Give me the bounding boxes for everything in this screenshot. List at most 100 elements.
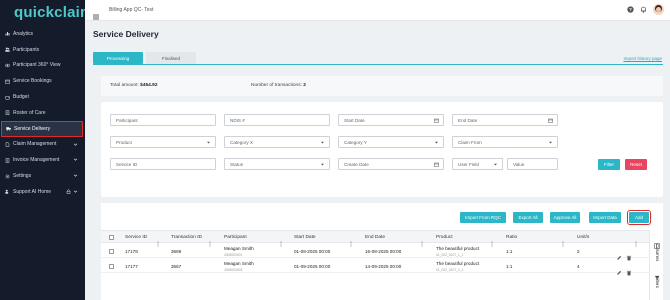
cell-start-date: 01-08-2025 00:00 (294, 249, 331, 254)
cell-participant-id: 4305000001 (224, 252, 243, 257)
summary-bar: Total amount: $454.92 Number of transact… (101, 76, 663, 96)
row-checkbox[interactable] (109, 249, 114, 254)
sidebar-item-service-delivery[interactable]: Service Delivery (1, 120, 83, 137)
end-date-placeholder: End Date (458, 117, 478, 123)
reset-button[interactable]: Reset (625, 159, 647, 170)
calendar-icon[interactable] (434, 162, 439, 167)
sidebar-item-participants[interactable]: Participants (0, 42, 85, 58)
side-toolbar: Columns Filters (649, 230, 663, 300)
table-row[interactable]: 17178 3669 Meagan Smith 4305000001 01-08… (101, 244, 649, 261)
col-start-date[interactable]: Start Date (294, 235, 316, 240)
columns-panel-toggle[interactable]: Columns (655, 244, 660, 261)
delete-icon[interactable] (626, 248, 632, 261)
sidebar-item-service-bookings[interactable]: Service Bookings (0, 73, 85, 89)
create-date-field[interactable]: Create Date (338, 158, 444, 170)
category-y-select[interactable]: Category Y (338, 136, 444, 148)
columns-icon[interactable] (654, 236, 660, 249)
approve-all-button[interactable]: Approve All (550, 212, 580, 223)
chevron-down-icon (73, 173, 78, 178)
table-panel: Import From RQC Export All Approve All I… (101, 203, 663, 300)
import-from-rqc-button[interactable]: Import From RQC (460, 212, 506, 223)
calendar-icon[interactable] (548, 118, 553, 123)
top-bar: Billing App QC- Test ? (85, 0, 670, 21)
column-menu-icon[interactable] (491, 234, 493, 247)
col-units[interactable]: Unit/s (577, 235, 589, 240)
row-checkbox[interactable] (109, 264, 114, 269)
cell-service-id: 17177 (125, 264, 138, 269)
calendar-icon[interactable] (434, 118, 439, 123)
edit-icon[interactable] (616, 263, 622, 275)
cell-ratio: 1:1 (506, 249, 513, 254)
tab-processing[interactable]: Processing (93, 52, 143, 64)
column-menu-icon[interactable] (280, 234, 282, 247)
col-participant[interactable]: Participant (224, 235, 247, 240)
cell-participant: Meagan Smith (224, 261, 254, 266)
column-menu-icon[interactable] (209, 234, 211, 247)
delete-icon[interactable] (626, 263, 632, 276)
cell-product-code: 01_002_0107_1_1 (436, 252, 464, 257)
avatar[interactable] (653, 4, 664, 15)
service-id-filter[interactable]: Service ID (110, 158, 216, 170)
table-row[interactable]: 17177 3667 Meagan Smith 4305000003 01-09… (101, 259, 649, 276)
transaction-count: Number of transactions: 2 (251, 83, 306, 88)
filter-button[interactable]: Filter (598, 159, 620, 170)
participant-filter[interactable]: Participant (110, 114, 216, 126)
sidebar-item-label: Settings (13, 173, 32, 180)
filters-panel-toggle[interactable]: Filters (655, 276, 660, 288)
sidebar-item-support-ai-home[interactable]: Support AI Home (0, 184, 85, 200)
col-service-id[interactable]: Service ID (125, 235, 147, 240)
filter-icon[interactable] (654, 268, 660, 281)
col-product[interactable]: Product (436, 235, 453, 240)
sidebar-item-participant-360[interactable]: Participant 360° View (0, 58, 85, 74)
sidebar-item-roster-of-care[interactable]: Roster of Care (0, 105, 85, 121)
value-input[interactable]: Value (507, 158, 558, 170)
sidebar-item-settings[interactable]: Settings (0, 168, 85, 184)
caret-down-icon (548, 140, 553, 145)
edit-icon[interactable] (616, 248, 622, 260)
export-all-button[interactable]: Export All (513, 212, 543, 223)
cell-start-date: 01-09-2025 00:00 (294, 264, 331, 269)
product-select[interactable]: Product (110, 136, 216, 148)
end-date-field[interactable]: End Date (452, 114, 558, 126)
sidebar-item-invoice-management[interactable]: $ Invoice Management (0, 152, 85, 168)
eye-icon (5, 63, 10, 68)
column-menu-icon[interactable] (157, 234, 159, 247)
menu-icon[interactable] (93, 7, 99, 20)
col-end-date[interactable]: End Date (365, 235, 385, 240)
category-x-select[interactable]: Category X (224, 136, 330, 148)
col-transaction-id[interactable]: Transaction ID (171, 235, 202, 240)
add-button[interactable]: Add (626, 209, 652, 226)
user-field-select[interactable]: User Field (452, 158, 503, 170)
import-data-button[interactable]: Import Data (589, 212, 621, 223)
sidebar-item-claim-management[interactable]: Claim Management (0, 137, 85, 153)
select-all-checkbox[interactable] (109, 235, 114, 240)
cell-end-date: 14-09-2025 00:00 (365, 264, 402, 269)
start-date-field[interactable]: Start Date (338, 114, 444, 126)
sidebar-item-label: Roster of Care (13, 109, 46, 116)
main-content: Service Delivery Processing Finalised Im… (85, 21, 670, 300)
claim-from-select[interactable]: Claim From (452, 136, 558, 148)
col-ratio[interactable]: Ratio (506, 235, 517, 240)
app-logo[interactable]: quickclaim (14, 4, 94, 21)
bell-icon[interactable] (640, 6, 647, 13)
sidebar-item-budget[interactable]: Budget (0, 89, 85, 105)
column-menu-icon[interactable] (350, 234, 352, 247)
page-title: Service Delivery (93, 29, 159, 39)
column-menu-icon[interactable] (421, 234, 423, 247)
chevron-down-icon (73, 142, 78, 147)
sidebar: quickclaim Analytics Participants Partic… (0, 0, 93, 300)
cell-end-date: 16-08-2025 00:00 (365, 249, 402, 254)
ndis-filter[interactable]: NDIS # (224, 114, 330, 126)
sidebar-nav: Analytics Participants Participant 360° … (0, 26, 85, 200)
status-select[interactable]: Status (224, 158, 330, 170)
sidebar-item-analytics[interactable]: Analytics (0, 26, 85, 42)
cell-product: The beautiful product (436, 246, 480, 251)
caret-down-icon (320, 140, 325, 145)
tab-finalised[interactable]: Finalised (146, 52, 196, 64)
column-menu-icon[interactable] (635, 234, 637, 247)
help-icon[interactable]: ? (627, 6, 634, 13)
table-header: Service ID Transaction ID Participant St… (101, 230, 649, 247)
column-menu-icon[interactable] (562, 234, 564, 247)
import-history-link[interactable]: Import history page (623, 56, 662, 61)
chevron-down-icon (73, 157, 78, 162)
